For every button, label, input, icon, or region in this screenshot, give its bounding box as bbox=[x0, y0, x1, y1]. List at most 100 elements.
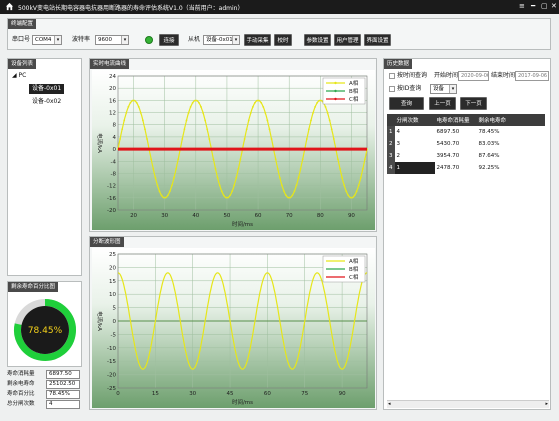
ui-settings-button[interactable]: 界面设置 bbox=[364, 34, 391, 46]
panel-header: 设备列表 bbox=[8, 59, 37, 69]
x-tick-label: 30 bbox=[189, 391, 196, 397]
data-point bbox=[339, 168, 341, 170]
cell-count: 4 bbox=[396, 129, 401, 135]
y-tick-label: 20 bbox=[109, 86, 116, 92]
data-point bbox=[295, 184, 298, 187]
column-header[interactable]: 分闸次数 bbox=[394, 114, 435, 126]
data-point bbox=[324, 105, 327, 108]
data-point bbox=[214, 168, 217, 170]
data-point bbox=[119, 138, 121, 140]
by-id-label: 按ID查询 bbox=[397, 85, 422, 92]
by-time-checkbox[interactable] bbox=[389, 73, 395, 79]
table-row[interactable]: 1 4 6897.50 78.45% bbox=[387, 126, 545, 138]
y-tick-label: -20 bbox=[107, 373, 116, 379]
id-select[interactable]: 设备 ▾ bbox=[430, 84, 457, 94]
next-page-button[interactable]: 下一页 bbox=[460, 97, 487, 110]
table-row[interactable]: 4 1 2478.70 92.25% bbox=[387, 162, 545, 174]
data-point bbox=[123, 119, 126, 122]
restore-icon[interactable]: ▢ bbox=[541, 3, 548, 10]
data-point bbox=[361, 168, 364, 170]
data-point bbox=[208, 138, 211, 140]
cell-consumed: 5430.70 bbox=[436, 141, 460, 147]
y-tick-label: 25 bbox=[109, 252, 116, 258]
panel-header: 分断波形图 bbox=[90, 237, 124, 247]
legend-marker bbox=[334, 89, 337, 93]
cell-remaining: 78.45% bbox=[478, 129, 500, 135]
baud-select[interactable]: 9600 ▾ bbox=[95, 35, 129, 45]
device-item[interactable]: 设备-0x01 bbox=[29, 84, 64, 94]
time-sync-button[interactable]: 校时 bbox=[274, 34, 292, 46]
slave-select[interactable]: 设备-0x01 ▾ bbox=[203, 35, 240, 45]
life-gauge-panel: 剩余寿命百分比图 78.45% bbox=[7, 281, 82, 367]
minimize-icon[interactable]: ━ bbox=[531, 3, 535, 10]
by-id-checkbox[interactable] bbox=[389, 86, 395, 92]
realtime-chart-svg: 20 30 40 50 60 70 80 90 -20 -16 -12 -8 -4 0 4 8 12 16 20 24… bbox=[96, 74, 368, 228]
user-mgmt-button[interactable]: 用户管理 bbox=[334, 34, 361, 46]
trip-chart: 0 15 30 45 60 75 90 -25 -20 -15 -10 -5 0 5 10 15 20 25 时间/… bbox=[92, 248, 375, 408]
menu-icon[interactable]: ≡ bbox=[519, 3, 525, 10]
horizontal-scrollbar[interactable]: ◂ ▸ bbox=[387, 400, 549, 408]
home-icon[interactable] bbox=[5, 2, 14, 11]
y-tick-label: 12 bbox=[109, 111, 116, 117]
data-point bbox=[158, 190, 161, 193]
y-tick-label: -5 bbox=[111, 332, 117, 338]
data-point bbox=[270, 138, 273, 140]
x-tick-label: 40 bbox=[192, 213, 199, 219]
data-point bbox=[337, 158, 339, 161]
tree-root[interactable]: ◢ PC bbox=[12, 71, 26, 81]
data-point bbox=[349, 196, 352, 199]
by-time-label: 按时间查询 bbox=[397, 72, 428, 79]
chevron-down-icon: ▾ bbox=[449, 85, 456, 93]
x-tick-label: 15 bbox=[152, 391, 159, 397]
trip-chart-svg: 0 15 30 45 60 75 90 -25 -20 -15 -10 -5 0 5 10 15 20 25 时间/… bbox=[96, 252, 368, 406]
x-tick-label: 30 bbox=[161, 213, 168, 219]
life-fields: 寿命消耗量 6897.50 剩余电寿命 25102.50 寿命百分比 78.45… bbox=[7, 368, 82, 412]
table-row[interactable]: 3 2 3954.70 87.64% bbox=[387, 150, 545, 162]
prev-page-button[interactable]: 上一页 bbox=[429, 97, 456, 110]
data-point bbox=[222, 194, 225, 197]
param-settings-button[interactable]: 参数设置 bbox=[304, 34, 331, 46]
data-point bbox=[195, 99, 198, 102]
data-point bbox=[345, 190, 348, 193]
data-point bbox=[198, 101, 200, 104]
data-point bbox=[193, 99, 196, 102]
data-point bbox=[181, 138, 184, 140]
table-row[interactable]: 2 3 5430.70 83.03% bbox=[387, 138, 545, 150]
connect-button[interactable]: 连接 bbox=[159, 34, 179, 46]
row-number: 3 bbox=[387, 150, 395, 162]
data-point bbox=[173, 176, 175, 179]
legend-label: A相 bbox=[349, 257, 359, 265]
data-point bbox=[312, 111, 314, 114]
query-button[interactable]: 查询 bbox=[389, 97, 424, 110]
device-item[interactable]: 设备-0x02 bbox=[29, 97, 61, 107]
data-point bbox=[243, 138, 246, 140]
data-point bbox=[283, 190, 285, 193]
chevron-down-icon: ▾ bbox=[121, 36, 128, 44]
data-point bbox=[326, 111, 329, 114]
x-tick-label: 50 bbox=[223, 213, 230, 219]
end-time-input[interactable]: 2017-09-06 bbox=[515, 71, 549, 81]
cell-consumed: 3954.70 bbox=[436, 153, 460, 159]
manual-collect-button[interactable]: 手动采集 bbox=[244, 34, 271, 46]
data-point bbox=[189, 105, 192, 108]
data-point bbox=[314, 105, 317, 108]
column-header[interactable]: 剩余电寿命 bbox=[476, 114, 545, 126]
data-point bbox=[357, 184, 360, 187]
table-corner bbox=[387, 114, 395, 126]
cell-count: 2 bbox=[396, 153, 401, 159]
panel-header: 剩余寿命百分比图 bbox=[8, 282, 59, 292]
data-point bbox=[127, 105, 130, 108]
data-point bbox=[355, 190, 358, 193]
data-point bbox=[256, 99, 258, 102]
port-select[interactable]: COM4 ▾ bbox=[32, 35, 62, 45]
legend-label: A相 bbox=[349, 79, 359, 87]
data-point bbox=[206, 128, 209, 131]
history-panel: 历史数据 按时间查询 开始时间 2020-09-06 结束时间 2017-09-… bbox=[383, 58, 551, 410]
y-tick-label: 0 bbox=[113, 147, 117, 153]
close-icon[interactable]: ✕ bbox=[551, 3, 557, 10]
data-point bbox=[291, 194, 294, 197]
start-time-input[interactable]: 2020-09-06 bbox=[458, 71, 489, 81]
port-label: 串口号 bbox=[12, 36, 31, 43]
column-header[interactable]: 电寿命消耗量 bbox=[434, 114, 477, 126]
data-point bbox=[343, 184, 346, 187]
